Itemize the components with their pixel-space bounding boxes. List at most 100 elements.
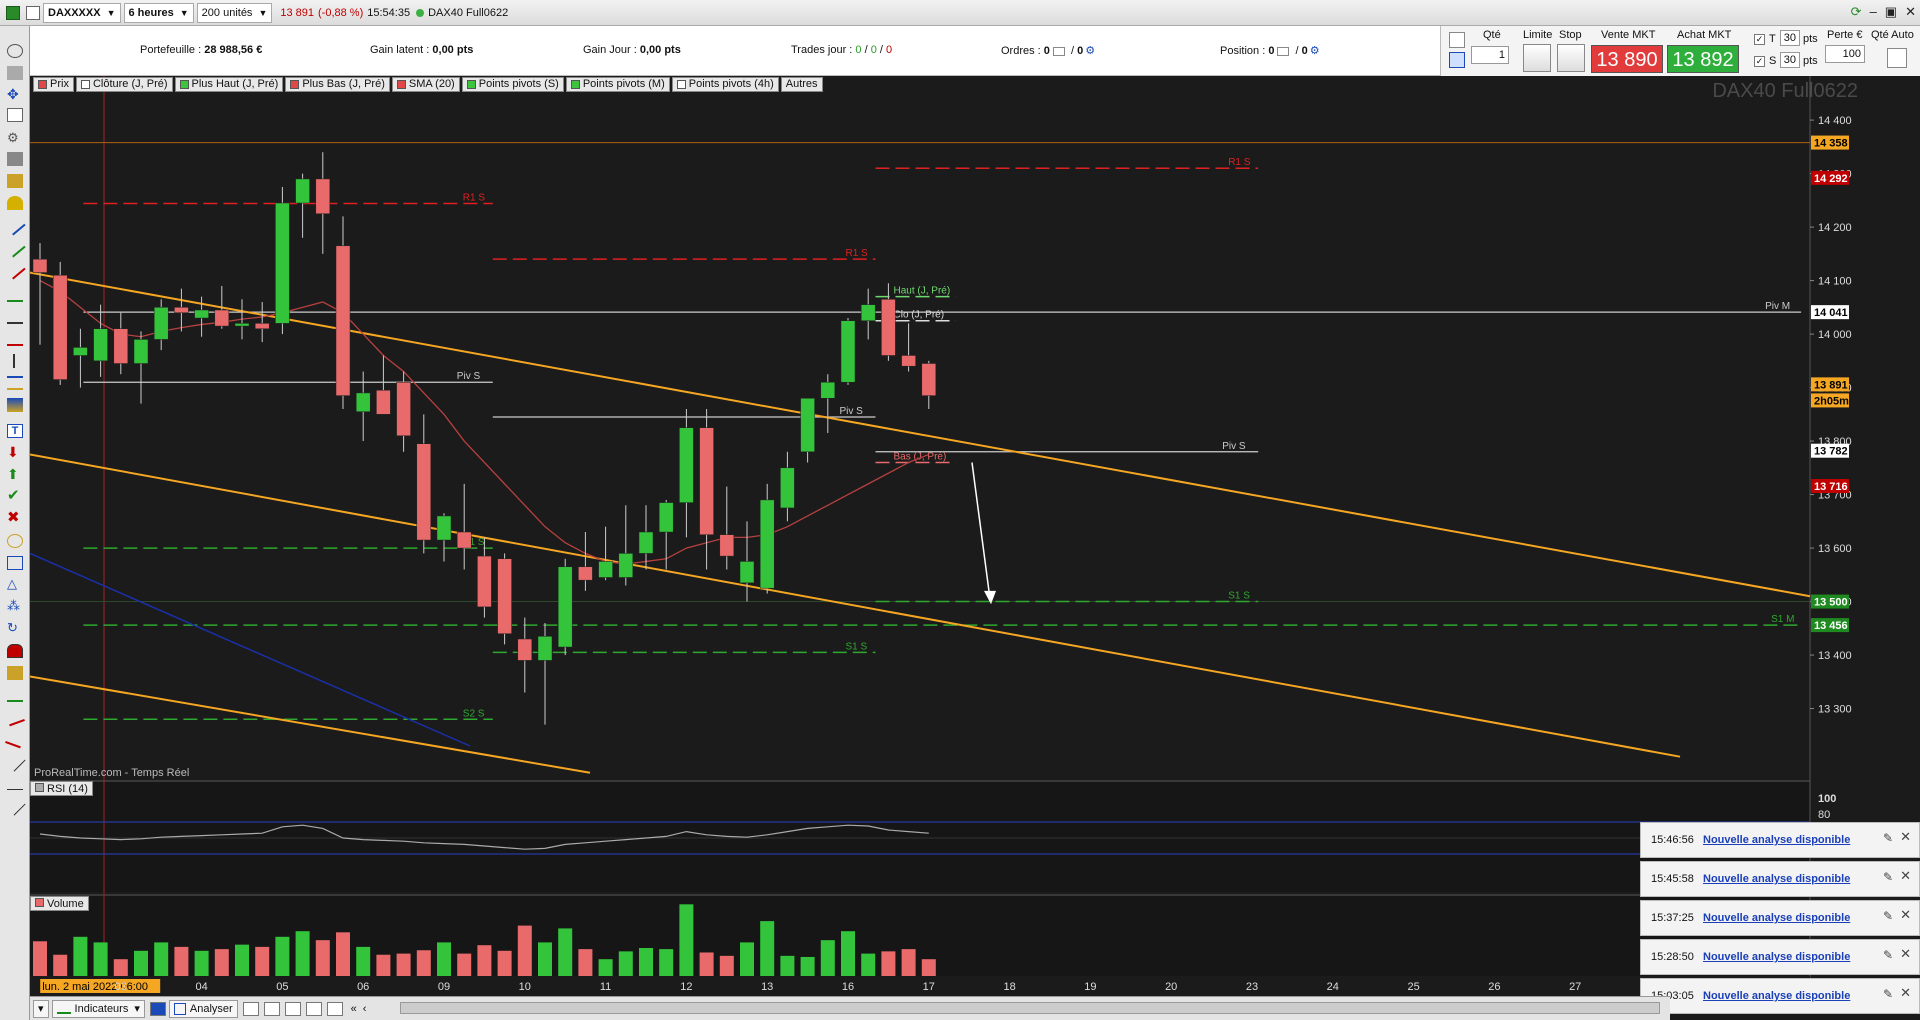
indicator-tab[interactable]: Plus Bas (J, Pré): [285, 77, 390, 92]
rectangle-icon[interactable]: [7, 556, 23, 570]
arrow-down-icon[interactable]: ⬇: [7, 445, 23, 460]
pin-icon[interactable]: ✎: [1883, 870, 1893, 884]
qte-input[interactable]: 1: [1471, 46, 1509, 64]
segment-icon[interactable]: [4, 750, 26, 772]
notification-link[interactable]: Nouvelle analyse disponible: [1703, 951, 1850, 963]
orders-list-icon[interactable]: [1052, 46, 1065, 56]
notification-link[interactable]: Nouvelle analyse disponible: [1703, 834, 1850, 846]
close-icon[interactable]: ✕: [1900, 868, 1911, 884]
screener-icon[interactable]: [242, 1001, 259, 1016]
refresh-icon[interactable]: ⟳: [1851, 4, 1862, 20]
cycle-icon[interactable]: ↻: [7, 621, 23, 636]
pin-icon[interactable]: ✎: [1883, 909, 1893, 923]
regression-red-icon[interactable]: [5, 729, 25, 749]
share-icon[interactable]: [149, 1001, 166, 1016]
indicator-tab[interactable]: Points pivots (S): [461, 77, 564, 92]
portfolio-icon[interactable]: [305, 1001, 322, 1016]
trash-icon[interactable]: [7, 152, 23, 166]
price-chart[interactable]: 14 40014 30014 20014 10014 00013 90013 8…: [30, 76, 1870, 996]
indicator-tab[interactable]: SMA (20): [391, 77, 460, 92]
chart-area[interactable]: 14 40014 30014 20014 10014 00013 90013 8…: [30, 76, 1870, 996]
close-icon[interactable]: ✕: [1900, 985, 1911, 1001]
triangle-icon[interactable]: △: [7, 577, 23, 592]
scroll-left-icon[interactable]: «: [351, 1003, 357, 1015]
stop-order-button[interactable]: [1557, 44, 1585, 72]
sell-market-button[interactable]: 13 890: [1591, 45, 1663, 73]
stop-loss-input[interactable]: 30: [1780, 52, 1800, 68]
buy-market-button[interactable]: 13 892: [1667, 45, 1739, 73]
lock-icon[interactable]: [7, 666, 23, 680]
instrument-selector[interactable]: DAXXXXX ▼: [43, 2, 121, 23]
notification-link[interactable]: Nouvelle analyse disponible: [1703, 990, 1850, 1002]
indicator-tab[interactable]: Points pivots (4h): [671, 77, 779, 92]
timeframe-selector[interactable]: 6 heures ▼: [123, 2, 194, 23]
horizontal-line-red-icon[interactable]: [7, 332, 23, 346]
pin-icon[interactable]: ✎: [1883, 948, 1893, 962]
step-left-icon[interactable]: ‹: [363, 1003, 367, 1015]
stop-loss-checkbox[interactable]: ✓: [1754, 56, 1765, 67]
zoom-icon[interactable]: [7, 44, 23, 58]
magnet-icon[interactable]: [7, 174, 23, 188]
regression-icon[interactable]: [5, 707, 25, 727]
indicators-button[interactable]: Indicateurs ▾: [51, 999, 145, 1018]
vertical-line-icon[interactable]: [13, 354, 17, 368]
ruler-icon[interactable]: [7, 66, 23, 80]
notification-link[interactable]: Nouvelle analyse disponible: [1703, 912, 1850, 924]
perte-input[interactable]: 100: [1825, 45, 1865, 63]
volume-panel-tab[interactable]: Volume: [30, 896, 89, 911]
ray-icon[interactable]: [7, 776, 23, 790]
take-profit-checkbox[interactable]: ✓: [1754, 34, 1765, 45]
analyser-button[interactable]: Analyser: [168, 999, 238, 1018]
text-tool-icon[interactable]: T: [7, 424, 23, 438]
alert-icon[interactable]: [7, 196, 23, 210]
minimize-icon[interactable]: –: [1870, 4, 1877, 20]
pin-icon[interactable]: ✎: [1883, 987, 1893, 1001]
indicator-tab[interactable]: Prix: [33, 77, 74, 92]
trendline-green-icon[interactable]: [4, 236, 26, 258]
pen-icon[interactable]: [4, 794, 26, 816]
copy-icon[interactable]: [7, 108, 23, 122]
close-icon[interactable]: ✕: [1900, 946, 1911, 962]
notification-link[interactable]: Nouvelle analyse disponible: [1703, 873, 1850, 885]
cross-icon[interactable]: ✖: [7, 510, 23, 526]
horizontal-line-icon[interactable]: [7, 288, 23, 302]
positions-settings-icon[interactable]: ⚙: [1310, 45, 1320, 57]
pattern-icon[interactable]: ⁂: [7, 599, 23, 614]
indicator-tab[interactable]: Autres: [780, 77, 823, 92]
close-icon[interactable]: ✕: [1900, 907, 1911, 923]
indicator-tab[interactable]: Points pivots (M): [565, 77, 670, 92]
calendar-icon[interactable]: [326, 1001, 343, 1016]
restore-icon[interactable]: ▣: [1885, 4, 1897, 20]
indicator-line-icon[interactable]: [7, 688, 23, 702]
orders-settings-icon[interactable]: ⚙: [1085, 45, 1095, 57]
settings-icon[interactable]: ⚙: [7, 130, 23, 145]
alerts-list-icon[interactable]: [263, 1001, 280, 1016]
units-selector[interactable]: 200 unités ▼: [196, 2, 273, 23]
trendline-icon[interactable]: [4, 214, 26, 236]
close-icon[interactable]: ✕: [1900, 829, 1911, 845]
positions-list-icon[interactable]: [1277, 46, 1290, 56]
fibonacci-icon[interactable]: [7, 398, 23, 412]
calculator-icon[interactable]: [1449, 52, 1465, 68]
rsi-panel-tab[interactable]: RSI (14): [30, 781, 93, 796]
indicator-tab[interactable]: Clôture (J, Pré): [75, 77, 173, 92]
windows-icon[interactable]: [284, 1001, 301, 1016]
arc-icon[interactable]: [7, 644, 23, 658]
close-icon[interactable]: ✕: [1905, 4, 1916, 20]
take-profit-input[interactable]: 30: [1780, 30, 1800, 46]
cursor-mode-button[interactable]: ▾: [33, 999, 49, 1018]
qte-auto-icon[interactable]: [1887, 48, 1907, 68]
tools-icon[interactable]: [1449, 32, 1465, 48]
limite-order-button[interactable]: [1523, 44, 1551, 72]
arrow-up-icon[interactable]: ⬆: [7, 467, 23, 482]
check-icon[interactable]: ✔: [7, 488, 23, 504]
channel-icon[interactable]: [7, 376, 23, 390]
trendline-red-icon[interactable]: [4, 258, 26, 280]
ellipse-icon[interactable]: [7, 534, 23, 548]
horizontal-line-black-icon[interactable]: [7, 310, 23, 324]
layout-icon[interactable]: [26, 5, 40, 20]
chart-scrollbar[interactable]: [400, 1002, 1660, 1014]
move-icon[interactable]: ✥: [7, 86, 23, 102]
indicator-tab[interactable]: Plus Haut (J, Pré): [174, 77, 284, 92]
pin-icon[interactable]: ✎: [1883, 831, 1893, 845]
